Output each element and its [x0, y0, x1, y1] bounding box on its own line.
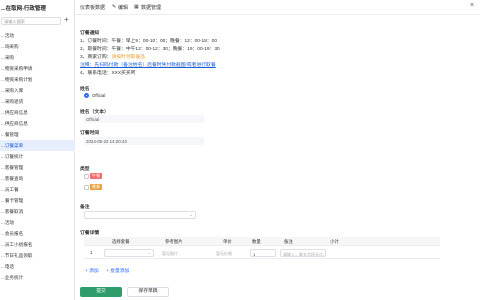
- sidebar-item[interactable]: ...物资采购申请: [0, 63, 75, 74]
- chevron-down-icon: ⌄: [189, 212, 193, 217]
- remarks-select[interactable]: ⌄: [84, 211, 196, 219]
- sidebar-item[interactable]: ...电话: [0, 261, 75, 272]
- sidebar-search-input[interactable]: 请输入搜索: [1, 17, 61, 25]
- name-radio[interactable]: [84, 93, 89, 98]
- sidebar-item[interactable]: ...采购入库: [0, 85, 75, 96]
- sidebar-list: ...活动 ...询采购 ...采购 ...物资采购申请 ...物资采购计划 .…: [0, 30, 75, 283]
- dinner-checkbox[interactable]: [84, 185, 89, 190]
- sidebar-item[interactable]: ...客餐管理: [0, 162, 75, 173]
- sidebar-item[interactable]: ...活动: [0, 30, 75, 41]
- details-label: 订餐详情: [80, 231, 100, 236]
- col-header: 小计: [330, 239, 339, 244]
- notice-label: 订餐通知: [80, 31, 100, 36]
- sidebar-item[interactable]: ...餐管理: [0, 129, 75, 140]
- sidebar-item[interactable]: ...会员报名: [0, 228, 75, 239]
- table-header: 选择套餐 参考图片 单价 数量 备注 小计: [84, 237, 440, 246]
- add-icon[interactable]: +: [64, 16, 69, 24]
- package-select[interactable]: ⌄: [104, 249, 154, 257]
- table-row: 1 ⌄ 暂无图片 暂无价格 1 请输入，最长字段长达...: [84, 247, 440, 259]
- remarks-label: 备注: [80, 205, 90, 210]
- sidebar-item[interactable]: ...员工餐: [0, 184, 75, 195]
- notice-highlight: 请按时领取餐品: [111, 55, 146, 60]
- sidebar: ...在取网-行政管理 请输入搜索 + ...活动 ...询采购 ...采购 .…: [0, 0, 75, 300]
- lunch-checkbox[interactable]: [84, 174, 89, 179]
- sidebar-item[interactable]: ...供应商信息: [0, 118, 75, 129]
- edit-icon[interactable]: ✎: [112, 4, 116, 10]
- col-header: 备注: [284, 239, 293, 244]
- price-cell: 暂无价格: [214, 249, 246, 257]
- col-header: 参考图片: [165, 239, 183, 244]
- quantity-input[interactable]: 1: [250, 249, 276, 257]
- sidebar-item[interactable]: ...活动: [0, 217, 75, 228]
- name-text-input[interactable]: Official: [84, 115, 204, 123]
- col-header: 单价: [223, 239, 232, 244]
- sidebar-item[interactable]: ...业务统计: [0, 272, 75, 283]
- row-actions: + 添加 + 批量添加: [85, 267, 135, 274]
- row-index: 1: [90, 250, 93, 255]
- name-text-label: 姓名（文本）: [80, 110, 109, 115]
- dinner-tag: 晚餐: [90, 184, 102, 190]
- sidebar-item[interactable]: ...供应商信息: [0, 107, 75, 118]
- col-header: 选择套餐: [112, 239, 130, 244]
- sidebar-item[interactable]: ...采购退货: [0, 96, 75, 107]
- tab-data-management[interactable]: 数据管理: [141, 4, 161, 11]
- name-label: 姓名: [80, 87, 90, 92]
- col-header: 数量: [252, 239, 261, 244]
- data-icon[interactable]: ▦: [134, 4, 139, 10]
- notice-line-4: 4、联系电话：XXX买买呵: [80, 71, 136, 76]
- sidebar-item[interactable]: ...客餐查询: [0, 173, 75, 184]
- order-time-input[interactable]: 2024-05-22 14:20:43: [84, 137, 204, 145]
- order-time-label: 订餐时间: [80, 131, 100, 136]
- sidebar-item[interactable]: ...客餐取消: [0, 206, 75, 217]
- name-option-text: Official: [92, 93, 106, 98]
- row-note-input[interactable]: 请输入，最长字段长达...: [280, 249, 326, 257]
- batch-add-button[interactable]: + 批量添加: [106, 269, 129, 274]
- reference-image: 暂无图片: [160, 249, 208, 257]
- top-bar: 仪表板数据 ✎ 编辑 ▦ 数据管理: [75, 0, 480, 15]
- notice-line-2: 2、取餐时间：午餐：中午12：00-12：30；晚餐：19：00-19：30: [80, 47, 220, 52]
- sidebar-item[interactable]: ...订餐统计: [0, 151, 75, 162]
- sidebar-item[interactable]: ...采购: [0, 52, 75, 63]
- meal-type-label: 类型: [80, 167, 90, 172]
- notice-line-3: 3、商家订购：请按时领取餐品: [80, 53, 145, 60]
- tab-dashboard[interactable]: 仪表板数据: [80, 4, 105, 11]
- chevron-down-icon: ⌄: [147, 250, 151, 255]
- sidebar-item-active[interactable]: ...订餐菜单: [0, 140, 75, 151]
- submit-button[interactable]: 提交: [80, 287, 122, 297]
- notice-line-3-text: 3、商家订购：: [80, 55, 112, 60]
- notice-line-1: 1、订餐时间：午餐：早上9：00-10：00；晚餐：12：00-18：00: [80, 39, 218, 44]
- sidebar-item[interactable]: ...员工小组报名: [0, 239, 75, 250]
- tab-edit[interactable]: 编辑: [118, 4, 128, 11]
- add-row-button[interactable]: + 添加: [85, 269, 99, 274]
- sidebar-item[interactable]: ...餐卡管理: [0, 195, 75, 206]
- sidebar-item[interactable]: ...节日礼品领取: [0, 250, 75, 261]
- save-draft-button[interactable]: 保存草稿: [127, 287, 169, 297]
- app-title: ...在取网-行政管理: [1, 6, 46, 12]
- sidebar-item[interactable]: ...物资采购计划: [0, 74, 75, 85]
- sidebar-item[interactable]: ...询采购: [0, 41, 75, 52]
- notice-link[interactable]: 注释：先扫码付款（备注姓名）后餐时凭付款截图/或者进行取餐: [80, 61, 216, 68]
- close-icon[interactable]: ×: [470, 2, 474, 9]
- lunch-tag: 午餐: [90, 173, 102, 179]
